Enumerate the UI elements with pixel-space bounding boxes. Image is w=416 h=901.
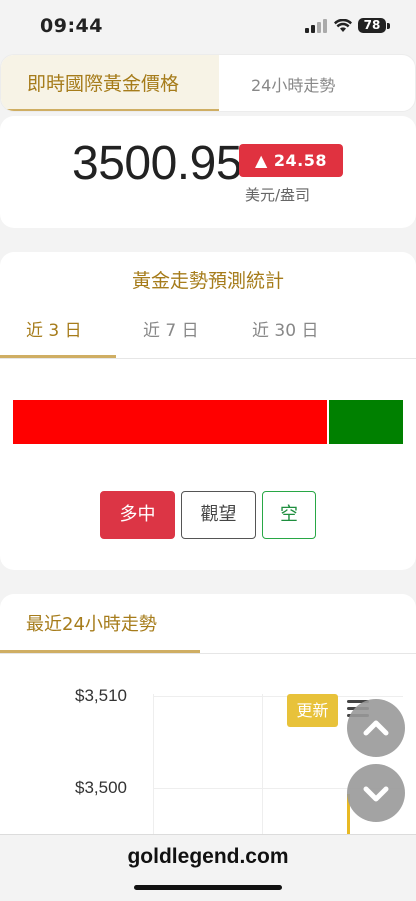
bearish-bar xyxy=(329,400,403,444)
chevron-down-icon xyxy=(363,786,389,802)
battery-tip xyxy=(387,23,390,29)
y-tick-label: $3,500 xyxy=(75,778,127,797)
price-change-badge: ▲ 24.58 xyxy=(239,144,343,177)
status-bar: 09:44 78 xyxy=(0,0,416,54)
cellular-signal-icon xyxy=(305,19,327,33)
tab-3-days[interactable]: 近 3 日 xyxy=(26,316,82,341)
browser-address-bar: goldlegend.com xyxy=(0,834,416,901)
tab-realtime-price[interactable]: 即時國際黃金價格 xyxy=(1,55,219,111)
scroll-down-button[interactable] xyxy=(347,764,405,822)
wifi-icon xyxy=(334,18,352,32)
status-time: 09:44 xyxy=(40,15,103,37)
battery-icon: 78 xyxy=(358,18,386,33)
grid-line xyxy=(153,696,403,697)
gold-price: 3500.95 xyxy=(72,137,243,190)
vote-wait-button[interactable]: 觀望 xyxy=(181,491,256,539)
active-tab-underline xyxy=(1,109,219,111)
forecast-title: 黃金走勢預測統計 xyxy=(131,270,284,292)
chart-title-divider xyxy=(0,653,416,654)
vote-short-button[interactable]: 空 xyxy=(262,491,316,539)
price-unit: 美元/盎司 xyxy=(245,186,311,204)
browser-url[interactable]: goldlegend.com xyxy=(0,845,416,869)
price-card: 3500.95 ▲ 24.58 美元/盎司 xyxy=(0,116,416,228)
tab-24h-trend[interactable]: 24小時走勢 xyxy=(251,72,335,96)
grid-line xyxy=(153,694,154,854)
tab-30-days[interactable]: 近 30 日 xyxy=(252,316,318,341)
bullish-bar xyxy=(13,400,327,444)
home-indicator[interactable] xyxy=(134,885,282,890)
price-tabs: 即時國際黃金價格 24小時走勢 xyxy=(0,54,416,112)
chart-update-button[interactable]: 更新 xyxy=(287,694,338,727)
tab-7-days[interactable]: 近 7 日 xyxy=(143,316,199,341)
vote-long-button[interactable]: 多中 xyxy=(100,491,175,539)
chart-title: 最近24小時走勢 xyxy=(26,614,157,635)
grid-line xyxy=(262,694,263,854)
scroll-up-button[interactable] xyxy=(347,699,405,757)
tab-realtime-price-label: 即時國際黃金價格 xyxy=(27,73,180,95)
forecast-tabs-divider xyxy=(0,358,416,359)
forecast-card: 黃金走勢預測統計 近 3 日 近 7 日 近 30 日 多中 觀望 空 xyxy=(0,252,416,570)
y-tick-label: $3,510 xyxy=(75,686,127,705)
chevron-up-icon xyxy=(363,720,389,736)
